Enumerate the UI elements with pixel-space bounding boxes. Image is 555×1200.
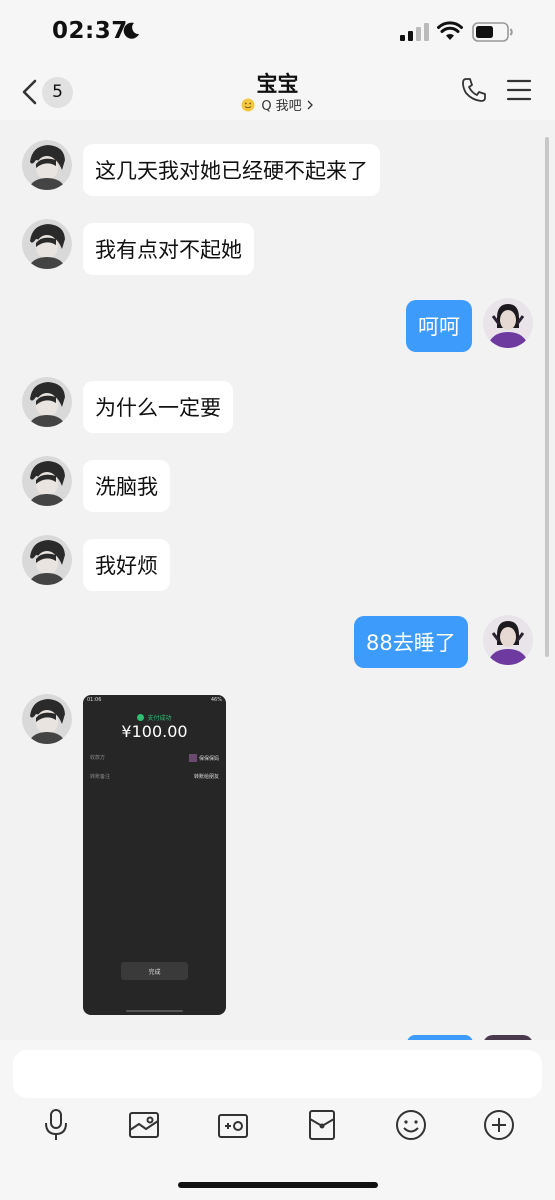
voice-button[interactable]	[39, 1108, 73, 1142]
chevron-right-icon	[307, 100, 313, 109]
payment-success-label: 支付成功	[147, 715, 172, 722]
phone-icon[interactable]	[460, 76, 488, 104]
chat-scrollbar[interactable]	[545, 137, 549, 657]
menu-icon[interactable]	[506, 78, 532, 102]
plus-icon	[484, 1110, 514, 1140]
status-bar: 02:37	[0, 0, 555, 64]
screenshot-status-bar: 01:06 46%	[83, 695, 226, 705]
camera-button[interactable]	[216, 1108, 250, 1142]
screenshot-done-button: 完成	[121, 962, 188, 980]
status-emoji-icon	[241, 98, 255, 111]
note-label: 转账备注	[90, 774, 111, 780]
payee-label: 收款方	[90, 755, 106, 761]
contact-avatar[interactable]	[22, 219, 72, 269]
payee-avatar-icon	[188, 754, 197, 762]
wifi-icon	[437, 21, 463, 40]
contact-avatar[interactable]	[22, 456, 72, 506]
user-avatar[interactable]	[483, 615, 533, 665]
red-packet-icon	[309, 1110, 335, 1140]
contact-avatar[interactable]	[22, 140, 72, 190]
more-button[interactable]	[482, 1108, 516, 1142]
payment-success-row: 支付成功	[83, 713, 226, 722]
incoming-message-bubble[interactable]: 洗脑我	[83, 460, 170, 512]
note-value: 转账给朋友	[193, 774, 219, 780]
microphone-icon	[45, 1109, 67, 1140]
contact-status-text: Q 我吧	[261, 99, 302, 114]
outgoing-message-bubble[interactable]: 呵呵	[406, 300, 472, 352]
screenshot-time: 01:06	[87, 697, 102, 703]
incoming-message-bubble[interactable]: 我好烦	[83, 539, 170, 591]
payee-name: 保保保妈	[198, 755, 219, 762]
emoji-icon	[396, 1110, 426, 1140]
photo-icon	[129, 1112, 159, 1138]
user-avatar[interactable]	[483, 298, 533, 348]
red-packet-button[interactable]	[305, 1108, 339, 1142]
cellular-signal-icon	[400, 23, 429, 41]
check-circle-icon	[137, 714, 145, 721]
payment-amount: ¥100.00	[121, 722, 188, 741]
contact-avatar[interactable]	[22, 377, 72, 427]
message-list[interactable]: 这几天我对她已经硬不起来了 我有点对不起她 呵呵 为什么一定要 洗脑我 我好烦 …	[0, 120, 555, 1045]
incoming-message-bubble[interactable]: 我有点对不起她	[83, 223, 254, 275]
contact-avatar[interactable]	[22, 694, 72, 744]
note-row: 转账备注 转账给朋友	[90, 773, 219, 780]
photo-button[interactable]	[127, 1108, 161, 1142]
message-input[interactable]	[13, 1050, 542, 1098]
emoji-button[interactable]	[394, 1108, 428, 1142]
camera-icon	[218, 1114, 248, 1138]
incoming-message-bubble[interactable]: 为什么一定要	[83, 381, 233, 433]
input-area	[0, 1040, 555, 1200]
payee-row: 收款方 保保保妈	[90, 754, 219, 762]
moon-icon	[123, 22, 139, 39]
chat-header: 5 宝宝 Q 我吧	[0, 64, 555, 120]
battery-icon	[472, 22, 513, 42]
screenshot-home-indicator	[126, 1010, 183, 1012]
contact-avatar[interactable]	[22, 535, 72, 585]
incoming-message-bubble[interactable]: 这几天我对她已经硬不起来了	[83, 144, 380, 196]
status-time: 02:37	[52, 18, 128, 44]
payment-screenshot-image[interactable]: 01:06 46% 支付成功 ¥100.00 收款方 保保保妈 转账备注 转账给…	[83, 695, 226, 1015]
outgoing-message-bubble[interactable]: 88去睡了	[354, 616, 468, 668]
home-indicator[interactable]	[178, 1182, 378, 1188]
screenshot-battery: 46%	[210, 697, 222, 703]
